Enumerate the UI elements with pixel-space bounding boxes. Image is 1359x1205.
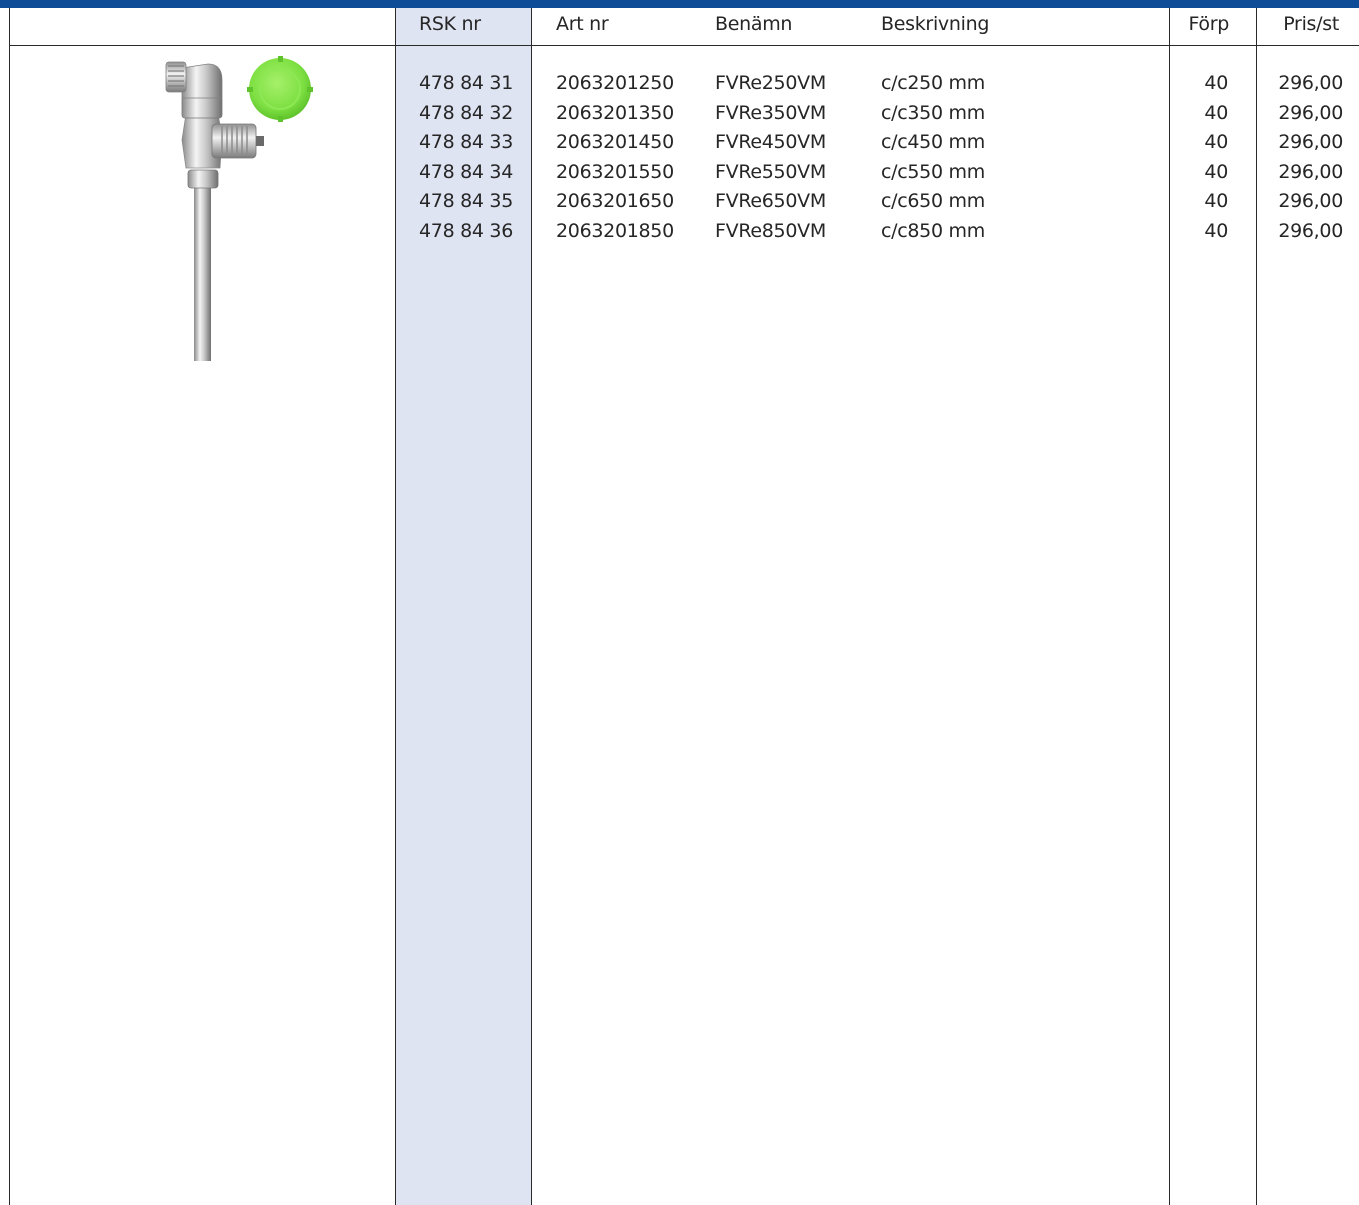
cell-forp: 40 <box>1204 131 1228 153</box>
cell-art-nr: 2063201450 <box>556 131 674 153</box>
cell-benamn: FVRe450VM <box>715 131 826 153</box>
cell-beskrivning: c/c550 mm <box>881 160 985 183</box>
cell-forp: 40 <box>1204 72 1228 94</box>
table-row: 478 84 34 2063201550 FVRe550VM c/c550 mm… <box>0 161 1359 191</box>
cell-benamn: FVRe650VM <box>715 190 826 212</box>
cell-forp: 40 <box>1204 101 1228 124</box>
cell-benamn: FVRe850VM <box>715 219 826 242</box>
cell-rsk-nr: 478 84 35 <box>419 190 513 212</box>
cell-beskrivning: c/c350 mm <box>881 101 985 124</box>
cell-beskrivning: c/c450 mm <box>881 131 985 153</box>
cell-pris: 296,00 <box>1278 190 1343 212</box>
product-table: 478 84 31 2063201250 FVRe250VM c/c250 mm… <box>0 72 1359 249</box>
header-art-nr: Art nr <box>556 13 609 35</box>
cell-pris: 296,00 <box>1278 131 1343 153</box>
header-benamn: Benämn <box>715 13 793 35</box>
cell-art-nr: 2063201650 <box>556 190 674 212</box>
cell-benamn: FVRe250VM <box>715 72 826 94</box>
cell-benamn: FVRe350VM <box>715 101 826 124</box>
cell-art-nr: 2063201550 <box>556 160 674 183</box>
cell-art-nr: 2063201850 <box>556 219 674 242</box>
header-rsk-nr: RSK nr <box>419 13 481 35</box>
table-row: 478 84 32 2063201350 FVRe350VM c/c350 mm… <box>0 102 1359 132</box>
cell-pris: 296,00 <box>1278 160 1343 183</box>
table-row: 478 84 31 2063201250 FVRe250VM c/c250 mm… <box>0 72 1359 102</box>
header-beskrivning: Beskrivning <box>881 13 990 35</box>
cell-rsk-nr: 478 84 32 <box>419 101 513 124</box>
cell-rsk-nr: 478 84 33 <box>419 131 513 153</box>
cell-pris: 296,00 <box>1278 101 1343 124</box>
cell-rsk-nr: 478 84 31 <box>419 72 513 94</box>
cell-forp: 40 <box>1204 190 1228 212</box>
cell-rsk-nr: 478 84 34 <box>419 160 513 183</box>
cell-rsk-nr: 478 84 36 <box>419 219 513 242</box>
table-row: 478 84 35 2063201650 FVRe650VM c/c650 mm… <box>0 190 1359 220</box>
cell-beskrivning: c/c250 mm <box>881 72 985 94</box>
cell-pris: 296,00 <box>1278 72 1343 94</box>
table-row: 478 84 33 2063201450 FVRe450VM c/c450 mm… <box>0 131 1359 161</box>
header-rule <box>10 45 1359 46</box>
cell-beskrivning: c/c850 mm <box>881 219 985 242</box>
cell-pris: 296,00 <box>1278 219 1343 242</box>
cell-art-nr: 2063201250 <box>556 72 674 94</box>
header-bar <box>0 0 1359 8</box>
cell-beskrivning: c/c650 mm <box>881 190 985 212</box>
header-forp: Förp <box>1188 13 1229 35</box>
cell-forp: 40 <box>1204 160 1228 183</box>
cell-benamn: FVRe550VM <box>715 160 826 183</box>
table-row: 478 84 36 2063201850 FVRe850VM c/c850 mm… <box>0 220 1359 250</box>
cell-art-nr: 2063201350 <box>556 101 674 124</box>
cell-forp: 40 <box>1204 219 1228 242</box>
header-pris: Pris/st <box>1283 13 1339 35</box>
